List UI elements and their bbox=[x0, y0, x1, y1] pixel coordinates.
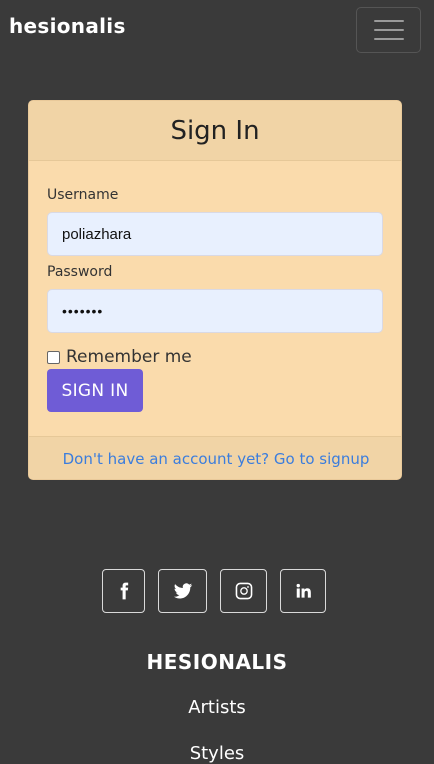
signin-card: Sign In Username poliazhara Password •••… bbox=[28, 100, 402, 480]
username-label: Username bbox=[47, 187, 119, 203]
linkedin-button[interactable] bbox=[280, 569, 326, 613]
signin-card-footer: Don't have an account yet? Go to signup bbox=[29, 436, 401, 479]
facebook-icon bbox=[120, 582, 128, 600]
signin-card-header: Sign In bbox=[29, 101, 401, 161]
remember-me-row[interactable]: Remember me bbox=[47, 347, 192, 367]
remember-me-checkbox[interactable] bbox=[47, 350, 60, 364]
remember-me-label[interactable]: Remember me bbox=[66, 347, 192, 367]
brand-logo[interactable]: hesionalis bbox=[9, 14, 126, 38]
linkedin-icon bbox=[296, 583, 311, 598]
signin-button[interactable]: SIGN IN bbox=[47, 369, 143, 412]
twitter-icon bbox=[173, 583, 192, 599]
social-links bbox=[102, 569, 326, 613]
signin-title: Sign In bbox=[170, 115, 260, 146]
signup-link[interactable]: Don't have an account yet? Go to signup bbox=[63, 450, 370, 468]
username-input[interactable]: poliazhara bbox=[47, 212, 383, 256]
instagram-button[interactable] bbox=[220, 569, 267, 613]
hamburger-icon bbox=[373, 38, 404, 40]
hamburger-icon bbox=[373, 29, 404, 31]
navbar: hesionalis bbox=[0, 0, 434, 56]
password-label: Password bbox=[47, 264, 113, 280]
facebook-button[interactable] bbox=[102, 569, 145, 613]
footer-link-artists[interactable]: Artists bbox=[0, 697, 434, 718]
instagram-icon bbox=[235, 582, 252, 600]
twitter-button[interactable] bbox=[158, 569, 207, 613]
menu-toggle-button[interactable] bbox=[356, 7, 421, 53]
password-input[interactable]: ••••••• bbox=[47, 289, 383, 333]
footer-brand: HESIONALIS bbox=[146, 650, 288, 674]
hamburger-icon bbox=[373, 20, 404, 22]
